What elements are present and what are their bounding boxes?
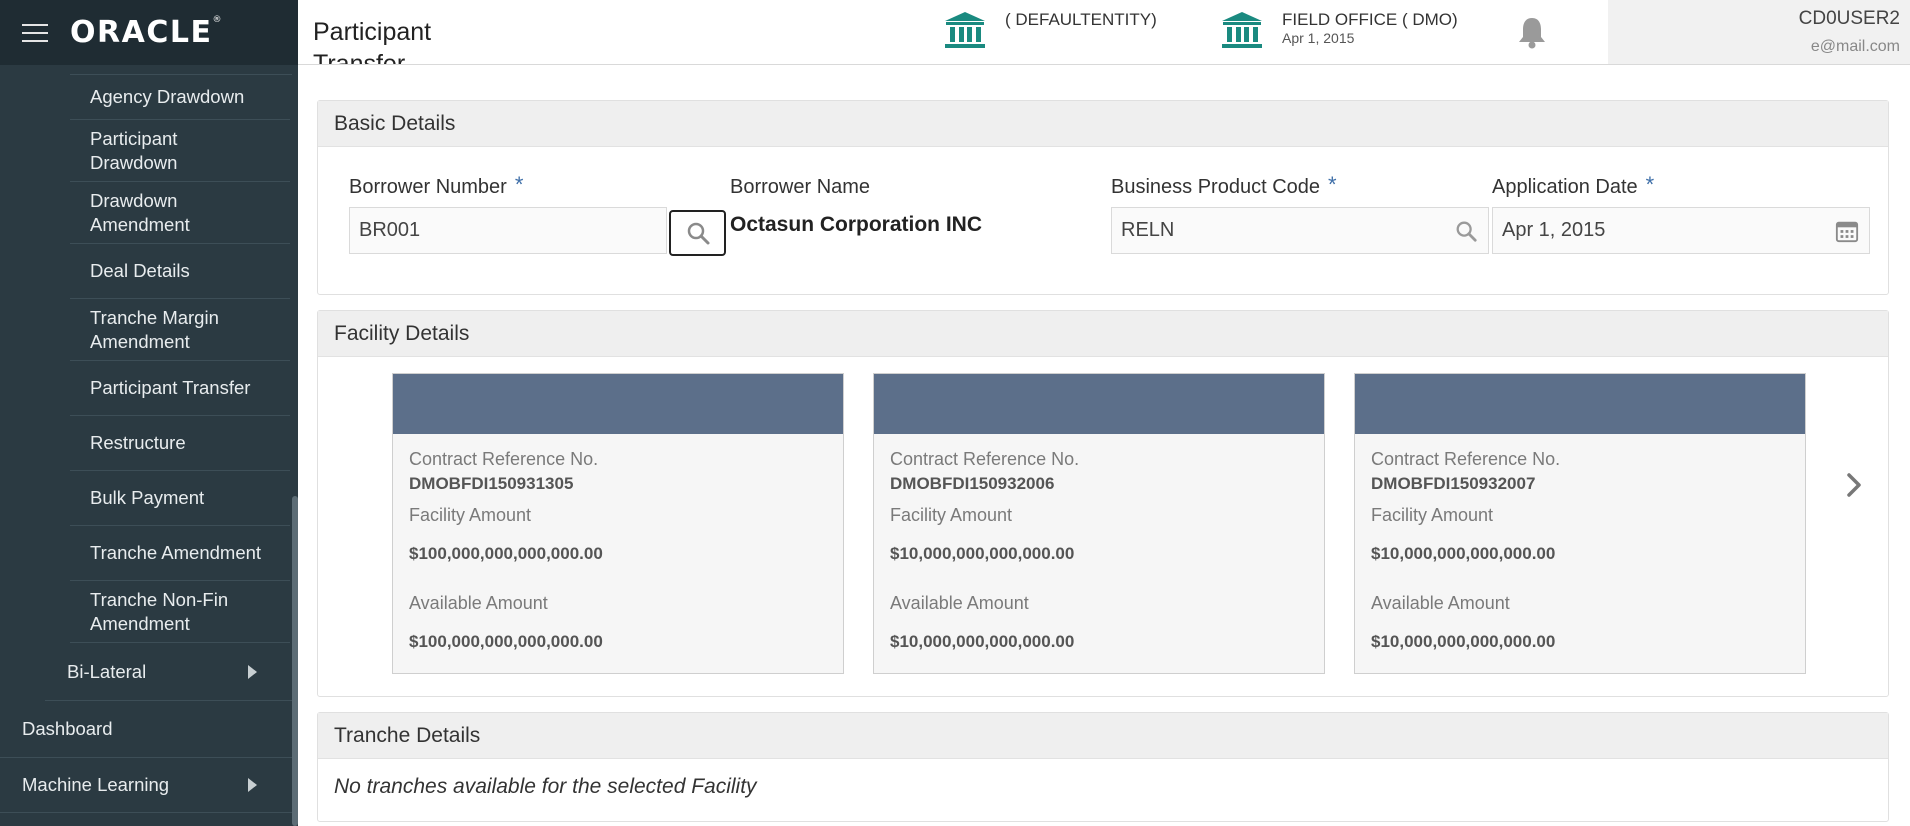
oracle-logo: ORACLE®: [70, 15, 223, 50]
sidebar-item-drawdown-amendment[interactable]: Drawdown Amendment: [70, 182, 290, 244]
borrower-name-value: Octasun Corporation INC: [730, 213, 983, 236]
entity-selector-field-office[interactable]: FIELD OFFICE ( DMO) Apr 1, 2015: [1220, 10, 1458, 50]
field-label: Borrower Name: [730, 176, 871, 198]
search-icon[interactable]: [1454, 219, 1478, 243]
top-header: Participant Transfer ( DEFAULTENTITY) FI…: [298, 0, 1910, 65]
available-amount-label: Available Amount: [1371, 593, 1510, 613]
contract-ref-value: DMOBFDI150932007: [1371, 474, 1536, 493]
user-profile[interactable]: CD0USER2 e@mail.com: [1608, 0, 1910, 64]
facility-details-panel: Facility Details Contract Reference No. …: [317, 310, 1889, 697]
business-product-code-input[interactable]: RELN: [1111, 207, 1489, 254]
branch-name: FIELD OFFICE ( DMO): [1282, 10, 1458, 29]
hamburger-menu-icon[interactable]: [22, 23, 48, 42]
facility-amount-label: Facility Amount: [409, 505, 532, 525]
page-title: Participant Transfer: [313, 18, 432, 65]
main-content: Basic Details Borrower Number * BR001 Bo…: [298, 65, 1910, 826]
contract-ref-label: Contract Reference No.: [1371, 449, 1561, 469]
sidebar-item-participant-drawdown[interactable]: Participant Drawdown: [70, 120, 290, 182]
borrower-number-input[interactable]: BR001: [349, 207, 667, 254]
field-label: Application Date *: [1492, 172, 1655, 199]
available-amount-value: $100,000,000,000,000.00: [409, 632, 603, 651]
available-amount-label: Available Amount: [409, 593, 548, 613]
sidebar-item-tranche-amendment[interactable]: Tranche Amendment: [70, 526, 290, 581]
card-header-band: [1355, 374, 1805, 434]
entity-name: ( DEFAULTENTITY): [1005, 10, 1157, 29]
branch-date: Apr 1, 2015: [1282, 30, 1355, 46]
search-icon: [687, 222, 709, 245]
sidebar-submenu: Agency Drawdown Participant Drawdown Dra…: [0, 75, 292, 643]
facility-card[interactable]: Contract Reference No. DMOBFDI150932007 …: [1354, 373, 1806, 674]
available-amount-label: Available Amount: [890, 593, 1029, 613]
application-date-field: Application Date * Apr 1, 2015: [1492, 172, 1870, 254]
contract-ref-value: DMOBFDI150931305: [409, 474, 574, 493]
sidebar-item-participant-transfer[interactable]: Participant Transfer: [70, 361, 290, 416]
sidebar-item-machine-learning[interactable]: Machine Learning: [0, 758, 292, 813]
sidebar-item-tranche-non-fin-amendment[interactable]: Tranche Non-Fin Amendment: [70, 581, 290, 643]
required-mark: *: [1645, 172, 1655, 197]
borrower-name-field: Borrower Name Octasun Corporation INC: [730, 176, 1090, 237]
sidebar-item-tranche-margin-amendment[interactable]: Tranche Margin Amendment: [70, 299, 290, 361]
panel-title: Facility Details: [318, 311, 1888, 357]
expand-arrow-icon: [248, 778, 257, 792]
facility-amount-label: Facility Amount: [1371, 505, 1494, 525]
notification-bell-icon[interactable]: [1516, 15, 1548, 49]
field-label: Borrower Number *: [349, 172, 524, 199]
sidebar-item-bulk-payment[interactable]: Bulk Payment: [70, 471, 290, 526]
bank-icon: [945, 12, 985, 48]
user-name: CD0USER2: [1798, 8, 1900, 29]
field-label: Business Product Code *: [1111, 172, 1337, 199]
calendar-icon[interactable]: [1835, 219, 1859, 243]
contract-ref-label: Contract Reference No.: [890, 449, 1080, 469]
facility-amount-value: $100,000,000,000,000.00: [409, 544, 603, 563]
sidebar-header: ORACLE®: [0, 0, 298, 65]
card-header-band: [393, 374, 843, 434]
tranche-details-panel: Tranche Details No tranches available fo…: [317, 712, 1889, 822]
sidebar-item-bi-lateral[interactable]: Bi-Lateral: [45, 643, 292, 701]
sidebar-item-dashboard[interactable]: Dashboard: [0, 701, 292, 758]
facility-card[interactable]: Contract Reference No. DMOBFDI150931305 …: [392, 373, 844, 674]
required-mark: *: [514, 172, 524, 197]
borrower-search-button[interactable]: [669, 210, 726, 256]
empty-tranches-message: No tranches available for the selected F…: [334, 775, 757, 798]
user-email: e@mail.com: [1810, 38, 1900, 55]
bank-icon: [1222, 12, 1262, 48]
sidebar-group: Bi-Lateral: [0, 643, 292, 701]
facility-amount-label: Facility Amount: [890, 505, 1013, 525]
sidebar-item-restructure[interactable]: Restructure: [70, 416, 290, 471]
sidebar-main-items: Dashboard Machine Learning: [0, 701, 292, 813]
sidebar-item-deal-details[interactable]: Deal Details: [70, 244, 290, 299]
entity-selector-default[interactable]: ( DEFAULTENTITY): [943, 10, 1157, 50]
contract-ref-value: DMOBFDI150932006: [890, 474, 1055, 493]
basic-details-panel: Basic Details Borrower Number * BR001 Bo…: [317, 100, 1889, 295]
sidebar: ORACLE® Agency Drawdown Participant Draw…: [0, 0, 298, 826]
required-mark: *: [1328, 172, 1337, 197]
card-header-band: [874, 374, 1324, 434]
sidebar-menu: Agency Drawdown Participant Drawdown Dra…: [0, 65, 292, 813]
panel-title: Basic Details: [318, 101, 1888, 147]
borrower-number-field: Borrower Number * BR001: [349, 172, 729, 256]
facility-card[interactable]: Contract Reference No. DMOBFDI150932006 …: [873, 373, 1325, 674]
next-page-chevron-icon[interactable]: [1843, 468, 1867, 502]
panel-title: Tranche Details: [318, 713, 1888, 759]
expand-arrow-icon: [248, 664, 257, 679]
sidebar-item-agency-drawdown[interactable]: Agency Drawdown: [70, 75, 290, 120]
contract-ref-label: Contract Reference No.: [409, 449, 599, 469]
available-amount-value: $10,000,000,000,000.00: [890, 632, 1075, 651]
available-amount-value: $10,000,000,000,000.00: [1371, 632, 1556, 651]
application-date-input[interactable]: Apr 1, 2015: [1492, 207, 1870, 254]
sidebar-divider: [70, 65, 292, 75]
business-product-code-field: Business Product Code * RELN: [1111, 172, 1489, 254]
facility-amount-value: $10,000,000,000,000.00: [1371, 544, 1556, 563]
facility-amount-value: $10,000,000,000,000.00: [890, 544, 1075, 563]
